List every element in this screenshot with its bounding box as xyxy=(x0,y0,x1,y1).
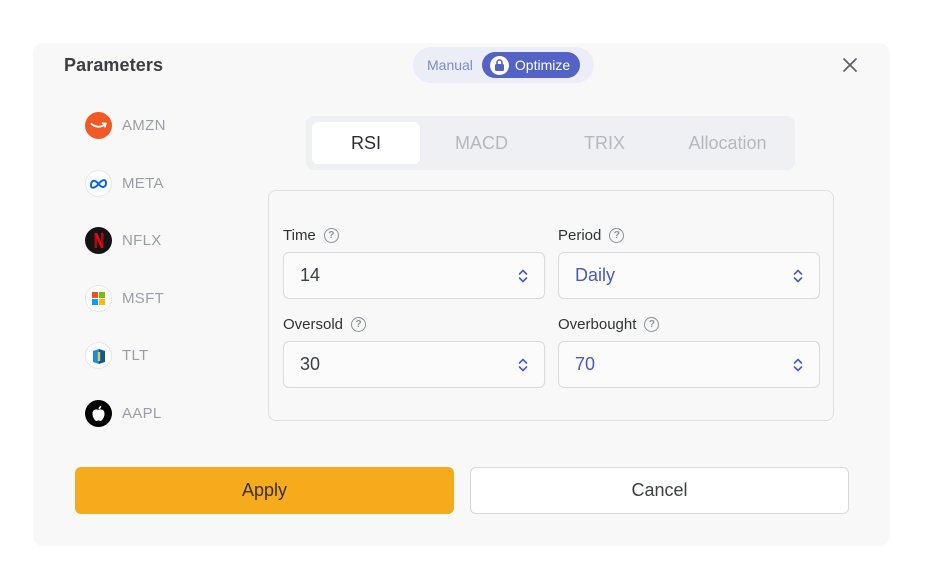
help-icon[interactable]: ? xyxy=(644,316,660,332)
time-field: Time ? 14 xyxy=(283,224,545,299)
ticker-label: TLT xyxy=(122,347,149,365)
ticker-label: AMZN xyxy=(122,117,166,134)
tab-rsi[interactable]: RSI xyxy=(312,122,420,164)
ticker-item-msft[interactable]: MSFT xyxy=(85,284,235,313)
ticker-label: META xyxy=(122,174,164,192)
chevron-updown-icon xyxy=(793,358,803,371)
ticker-label: AAPL xyxy=(122,404,162,422)
apply-button[interactable]: Apply xyxy=(75,467,454,514)
mode-toggle: Manual Optimize xyxy=(413,47,594,83)
help-icon[interactable]: ? xyxy=(609,227,625,243)
dialog-title: Parameters xyxy=(64,55,164,75)
microsoft-logo-icon xyxy=(85,284,112,312)
period-label: Period xyxy=(558,226,602,244)
oversold-value: 30 xyxy=(300,354,321,374)
cancel-button[interactable]: Cancel xyxy=(470,467,849,514)
amazon-logo-icon xyxy=(85,112,112,139)
meta-logo-icon xyxy=(85,169,112,197)
netflix-logo-icon xyxy=(85,227,112,255)
period-field: Period ? Daily xyxy=(558,224,820,299)
chevron-updown-icon xyxy=(793,269,803,282)
ticker-item-meta[interactable]: META xyxy=(85,169,235,198)
apple-logo-icon xyxy=(85,399,112,427)
help-icon[interactable]: ? xyxy=(351,316,367,332)
ticker-item-aapl[interactable]: AAPL xyxy=(85,399,235,428)
period-select[interactable]: Daily xyxy=(558,252,820,299)
tab-allocation[interactable]: Allocation xyxy=(666,122,789,164)
overbought-value: 70 xyxy=(575,354,596,374)
help-icon[interactable]: ? xyxy=(323,227,339,243)
ticker-label: MSFT xyxy=(122,289,165,307)
indicator-tabs: RSI MACD TRIX Allocation xyxy=(306,116,795,170)
mode-manual-option[interactable]: Manual xyxy=(417,52,482,78)
ticker-list: AMZN META NFLX MSFT TLT AAPL xyxy=(85,111,235,457)
close-icon xyxy=(843,58,857,72)
mode-optimize-label: Optimize xyxy=(514,57,571,73)
period-value: Daily xyxy=(575,265,616,285)
overbought-label: Overbought xyxy=(558,315,637,333)
time-label: Time xyxy=(283,226,316,244)
oversold-select[interactable]: 30 xyxy=(283,341,545,388)
time-value: 14 xyxy=(300,265,321,285)
tab-trix[interactable]: TRIX xyxy=(543,122,666,164)
ticker-label: NFLX xyxy=(122,232,162,250)
lock-icon xyxy=(489,55,509,75)
oversold-field: Oversold ? 30 xyxy=(283,313,545,388)
tlt-logo-icon xyxy=(85,342,112,370)
tab-macd[interactable]: MACD xyxy=(420,122,543,164)
rsi-parameters-form: Time ? 14 Period ? Daily Oversold ? 30 O… xyxy=(268,190,834,421)
mode-optimize-option[interactable]: Optimize xyxy=(481,52,581,78)
overbought-field: Overbought ? 70 xyxy=(558,313,820,388)
overbought-select[interactable]: 70 xyxy=(558,341,820,388)
ticker-item-amzn[interactable]: AMZN xyxy=(85,111,235,140)
ticker-item-nflx[interactable]: NFLX xyxy=(85,226,235,255)
oversold-label: Oversold xyxy=(283,315,344,333)
ticker-item-tlt[interactable]: TLT xyxy=(85,341,235,370)
close-button[interactable] xyxy=(840,55,860,75)
parameters-dialog: Parameters Manual Optimize AMZN META NFL… xyxy=(33,43,890,546)
chevron-updown-icon xyxy=(518,269,528,282)
chevron-updown-icon xyxy=(518,358,528,371)
time-select[interactable]: 14 xyxy=(283,252,545,299)
